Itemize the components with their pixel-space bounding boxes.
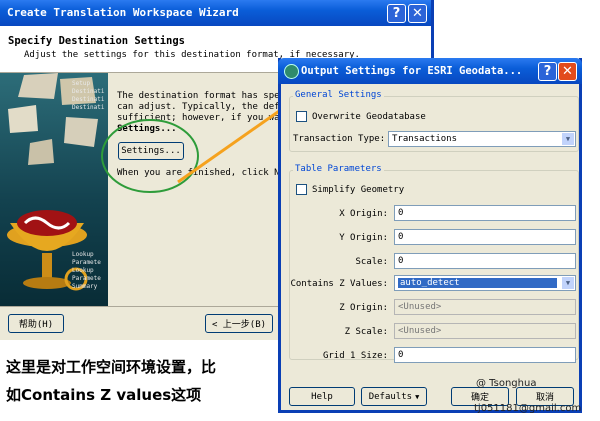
caption-line-1: 这里是对工作空间环境设置，比 (6, 358, 217, 376)
watermark-email: tj051181@gmail.com (474, 403, 582, 414)
highlight-circle (101, 119, 199, 193)
z-scale-input: <Unused> (394, 323, 576, 339)
dialog-title: Output Settings for ESRI Geodata... (301, 65, 523, 77)
defaults-button-label: Defaults (368, 391, 413, 402)
simplify-geometry-label: Simplify Geometry (312, 185, 405, 195)
grid-size-label: Grid 1 Size: (322, 351, 388, 361)
y-origin-input[interactable]: 0 (394, 229, 576, 245)
contains-z-select[interactable]: auto_detect (394, 275, 576, 291)
transaction-type-value: Transactions (392, 134, 458, 144)
table-parameters-title: Table Parameters (293, 164, 384, 174)
y-origin-label: Y Origin: (339, 233, 388, 243)
z-origin-input: <Unused> (394, 299, 576, 315)
contains-z-label: Contains Z Values: (290, 279, 388, 289)
scale-label: Scale: (355, 257, 388, 267)
z-scale-label: Z Scale: (344, 327, 388, 337)
z-origin-label: Z Origin: (339, 303, 388, 313)
contains-z-value: auto_detect (398, 278, 557, 288)
chevron-down-icon: ▼ (415, 392, 420, 401)
dialog-help-title-button[interactable]: ? (538, 62, 557, 81)
x-origin-input[interactable]: 0 (394, 205, 576, 221)
dialog-help-button[interactable]: Help (289, 387, 355, 406)
x-origin-label: X Origin: (339, 209, 388, 219)
defaults-button[interactable]: Defaults ▼ (361, 387, 427, 406)
scale-input[interactable]: 0 (394, 253, 576, 269)
overwrite-geodatabase-label: Overwrite Geodatabase (312, 112, 426, 122)
chevron-down-icon[interactable]: ▼ (561, 276, 575, 290)
transaction-type-label: Transaction Type: (293, 134, 386, 144)
close-icon: ✕ (562, 64, 573, 79)
caption-line-2: 如Contains Z values这项 (6, 386, 202, 404)
dialog-app-icon (284, 64, 299, 79)
general-settings-title: General Settings (293, 90, 384, 100)
dialog-close-button[interactable]: ✕ (558, 62, 577, 81)
overwrite-geodatabase-checkbox[interactable] (296, 111, 307, 122)
grid-size-input[interactable]: 0 (394, 347, 576, 363)
chevron-down-icon[interactable]: ▼ (561, 132, 575, 146)
simplify-geometry-checkbox[interactable] (296, 184, 307, 195)
transaction-type-select[interactable]: Transactions (388, 131, 576, 147)
dialog-titlebar: Output Settings for ESRI Geodata... ? ✕ (278, 58, 582, 84)
output-settings-dialog: Output Settings for ESRI Geodata... ? ✕ … (278, 58, 582, 413)
watermark-name: @ Tsonghua (476, 378, 537, 389)
